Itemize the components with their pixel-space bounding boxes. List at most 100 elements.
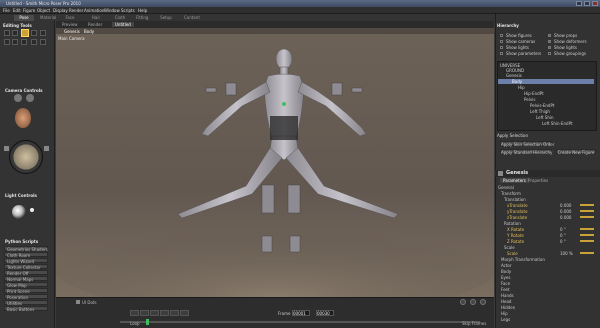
menu-scripts[interactable]: Scripts bbox=[121, 8, 135, 13]
group-translation[interactable]: Translation bbox=[498, 197, 597, 202]
menu-figure[interactable]: Figure bbox=[23, 8, 35, 13]
menu-edit[interactable]: Edit bbox=[13, 8, 21, 13]
graph-icon[interactable] bbox=[480, 299, 486, 305]
next-frame-button[interactable] bbox=[170, 310, 179, 316]
group-feet[interactable]: Feet bbox=[498, 287, 597, 292]
ytranslate-dial[interactable] bbox=[580, 210, 594, 212]
rotate-tool-icon[interactable] bbox=[4, 30, 10, 36]
yrotate-value[interactable]: 0 ° bbox=[560, 233, 566, 238]
face-camera-icon[interactable] bbox=[14, 94, 22, 102]
ytranslate-value[interactable]: 0.000 bbox=[560, 209, 571, 214]
translate-tool-icon[interactable] bbox=[21, 29, 29, 37]
script-button-9[interactable]: Poseration bbox=[4, 294, 48, 300]
script-button-3[interactable]: Lights Wizard bbox=[4, 258, 48, 264]
hand-camera-icon[interactable] bbox=[26, 94, 34, 102]
view-magnifier-icon[interactable] bbox=[31, 39, 37, 45]
timeline-slider[interactable] bbox=[120, 321, 480, 323]
last-frame-button[interactable] bbox=[180, 310, 189, 316]
group-morph-transformation[interactable]: Morph Transformation bbox=[498, 257, 597, 262]
group-head[interactable]: Head bbox=[498, 299, 597, 304]
menu-render[interactable]: Render bbox=[69, 8, 83, 13]
group-eyes[interactable]: Eyes bbox=[498, 275, 597, 280]
move-xz-icon[interactable] bbox=[4, 146, 9, 151]
color-tool-icon[interactable] bbox=[12, 39, 18, 45]
timeline-thumb[interactable] bbox=[146, 319, 149, 325]
apply-skin-order-button[interactable]: Apply Skin Selection Order bbox=[500, 141, 554, 147]
group-legs[interactable]: Legs bbox=[498, 317, 597, 322]
tree-item-body[interactable]: Body bbox=[498, 79, 594, 84]
xtranslate-value[interactable]: 0.000 bbox=[560, 203, 571, 208]
tree-item-left-thigh[interactable]: Left Thigh bbox=[498, 109, 594, 114]
script-button-11[interactable]: Basic Buttons bbox=[4, 306, 48, 312]
group-hands[interactable]: Hands bbox=[498, 293, 597, 298]
light-handle-icon[interactable] bbox=[30, 208, 34, 212]
maximize-button[interactable] bbox=[584, 1, 590, 6]
figure-menu-icon[interactable] bbox=[498, 171, 503, 176]
create-new-figure-button[interactable]: Create New Figure bbox=[556, 149, 596, 155]
show-lights-checkbox[interactable] bbox=[500, 46, 503, 49]
play-button[interactable] bbox=[160, 310, 169, 316]
zrotate-value[interactable]: 0 ° bbox=[560, 239, 566, 244]
show-deformers-checkbox[interactable] bbox=[548, 40, 551, 43]
move-xy-icon[interactable] bbox=[44, 146, 49, 151]
part-select[interactable]: Body bbox=[84, 29, 94, 34]
grouping-tool-icon[interactable] bbox=[21, 39, 27, 45]
group-scale[interactable]: Scale bbox=[498, 245, 597, 250]
show-figures-checkbox[interactable] bbox=[500, 34, 503, 37]
scale-value[interactable]: 100 % bbox=[560, 251, 573, 256]
tree-item-left-shin-endpt[interactable]: Left Shin-EndPt bbox=[498, 121, 594, 126]
group-body[interactable]: Body bbox=[498, 269, 597, 274]
keyframe-icon[interactable] bbox=[460, 299, 466, 305]
script-button-7[interactable]: Glow Map bbox=[4, 282, 48, 288]
close-button[interactable] bbox=[592, 1, 598, 6]
group-hidden[interactable]: Hidden bbox=[498, 305, 597, 310]
group-general[interactable]: General bbox=[498, 185, 597, 190]
script-button-10[interactable]: Utilities bbox=[4, 300, 48, 306]
script-button-8[interactable]: Print Scene bbox=[4, 288, 48, 294]
xrotate-dial[interactable] bbox=[580, 228, 594, 230]
script-button-2[interactable]: Cloth Room bbox=[4, 252, 48, 258]
morph-brush-icon[interactable] bbox=[40, 39, 46, 45]
tree-item-left-shin[interactable]: Left Shin bbox=[498, 115, 594, 120]
tree-item-pelvis[interactable]: Pelvis bbox=[498, 97, 594, 102]
group-hip[interactable]: Hip bbox=[498, 311, 597, 316]
show-parameters-checkbox[interactable] bbox=[500, 52, 503, 55]
show-cameras-checkbox[interactable] bbox=[500, 40, 503, 43]
xtranslate-dial[interactable] bbox=[580, 204, 594, 206]
frame-total-field[interactable]: 00030 bbox=[316, 310, 334, 316]
figure-select[interactable]: Genesis bbox=[64, 29, 80, 34]
tree-item-hip[interactable]: Hip bbox=[498, 85, 594, 90]
first-frame-button[interactable] bbox=[130, 310, 139, 316]
script-button-4[interactable]: Texture Collector bbox=[4, 264, 48, 270]
yrotate-dial[interactable] bbox=[580, 234, 594, 236]
edit-keys-icon[interactable] bbox=[470, 299, 476, 305]
tab-render[interactable]: Render bbox=[88, 22, 102, 27]
show-lights2-checkbox[interactable] bbox=[548, 46, 551, 49]
menu-object[interactable]: Object bbox=[37, 8, 50, 13]
xrotate-value[interactable]: 0 ° bbox=[560, 227, 566, 232]
ztranslate-value[interactable]: 0.000 bbox=[560, 215, 571, 220]
group-rotation[interactable]: Rotation bbox=[498, 221, 597, 226]
scale-dial[interactable] bbox=[580, 252, 594, 254]
group-face[interactable]: Face bbox=[498, 281, 597, 286]
tree-item-genesis[interactable]: Genesis bbox=[498, 73, 594, 78]
tab-preview[interactable]: Preview bbox=[62, 22, 78, 27]
show-props-checkbox[interactable] bbox=[548, 34, 551, 37]
minimize-button[interactable] bbox=[576, 1, 582, 6]
script-button-6[interactable]: Normal Maps bbox=[4, 276, 48, 282]
chain-break-tool-icon[interactable] bbox=[4, 39, 10, 45]
tab-properties[interactable]: Properties bbox=[528, 178, 548, 183]
stop-button[interactable] bbox=[150, 310, 159, 316]
light-globe-icon[interactable] bbox=[12, 205, 26, 219]
head-camera-icon[interactable] bbox=[15, 108, 31, 128]
group-actor[interactable]: Actor bbox=[498, 263, 597, 268]
menu-animation[interactable]: Animation bbox=[84, 8, 104, 13]
script-button-1[interactable]: Geometries Shaders bbox=[4, 246, 48, 252]
script-button-5[interactable]: Render Off bbox=[4, 270, 48, 276]
apply-standard-hierarchy-button[interactable]: Apply Standard Hierarchy bbox=[500, 149, 552, 155]
tree-item-hip-endpt[interactable]: Hip-EndPt bbox=[498, 91, 594, 96]
frame-current-field[interactable]: 00001 bbox=[292, 310, 310, 316]
show-groupings-checkbox[interactable] bbox=[548, 52, 551, 55]
group-transform[interactable]: Transform bbox=[498, 191, 597, 196]
3d-viewport[interactable] bbox=[56, 28, 494, 297]
